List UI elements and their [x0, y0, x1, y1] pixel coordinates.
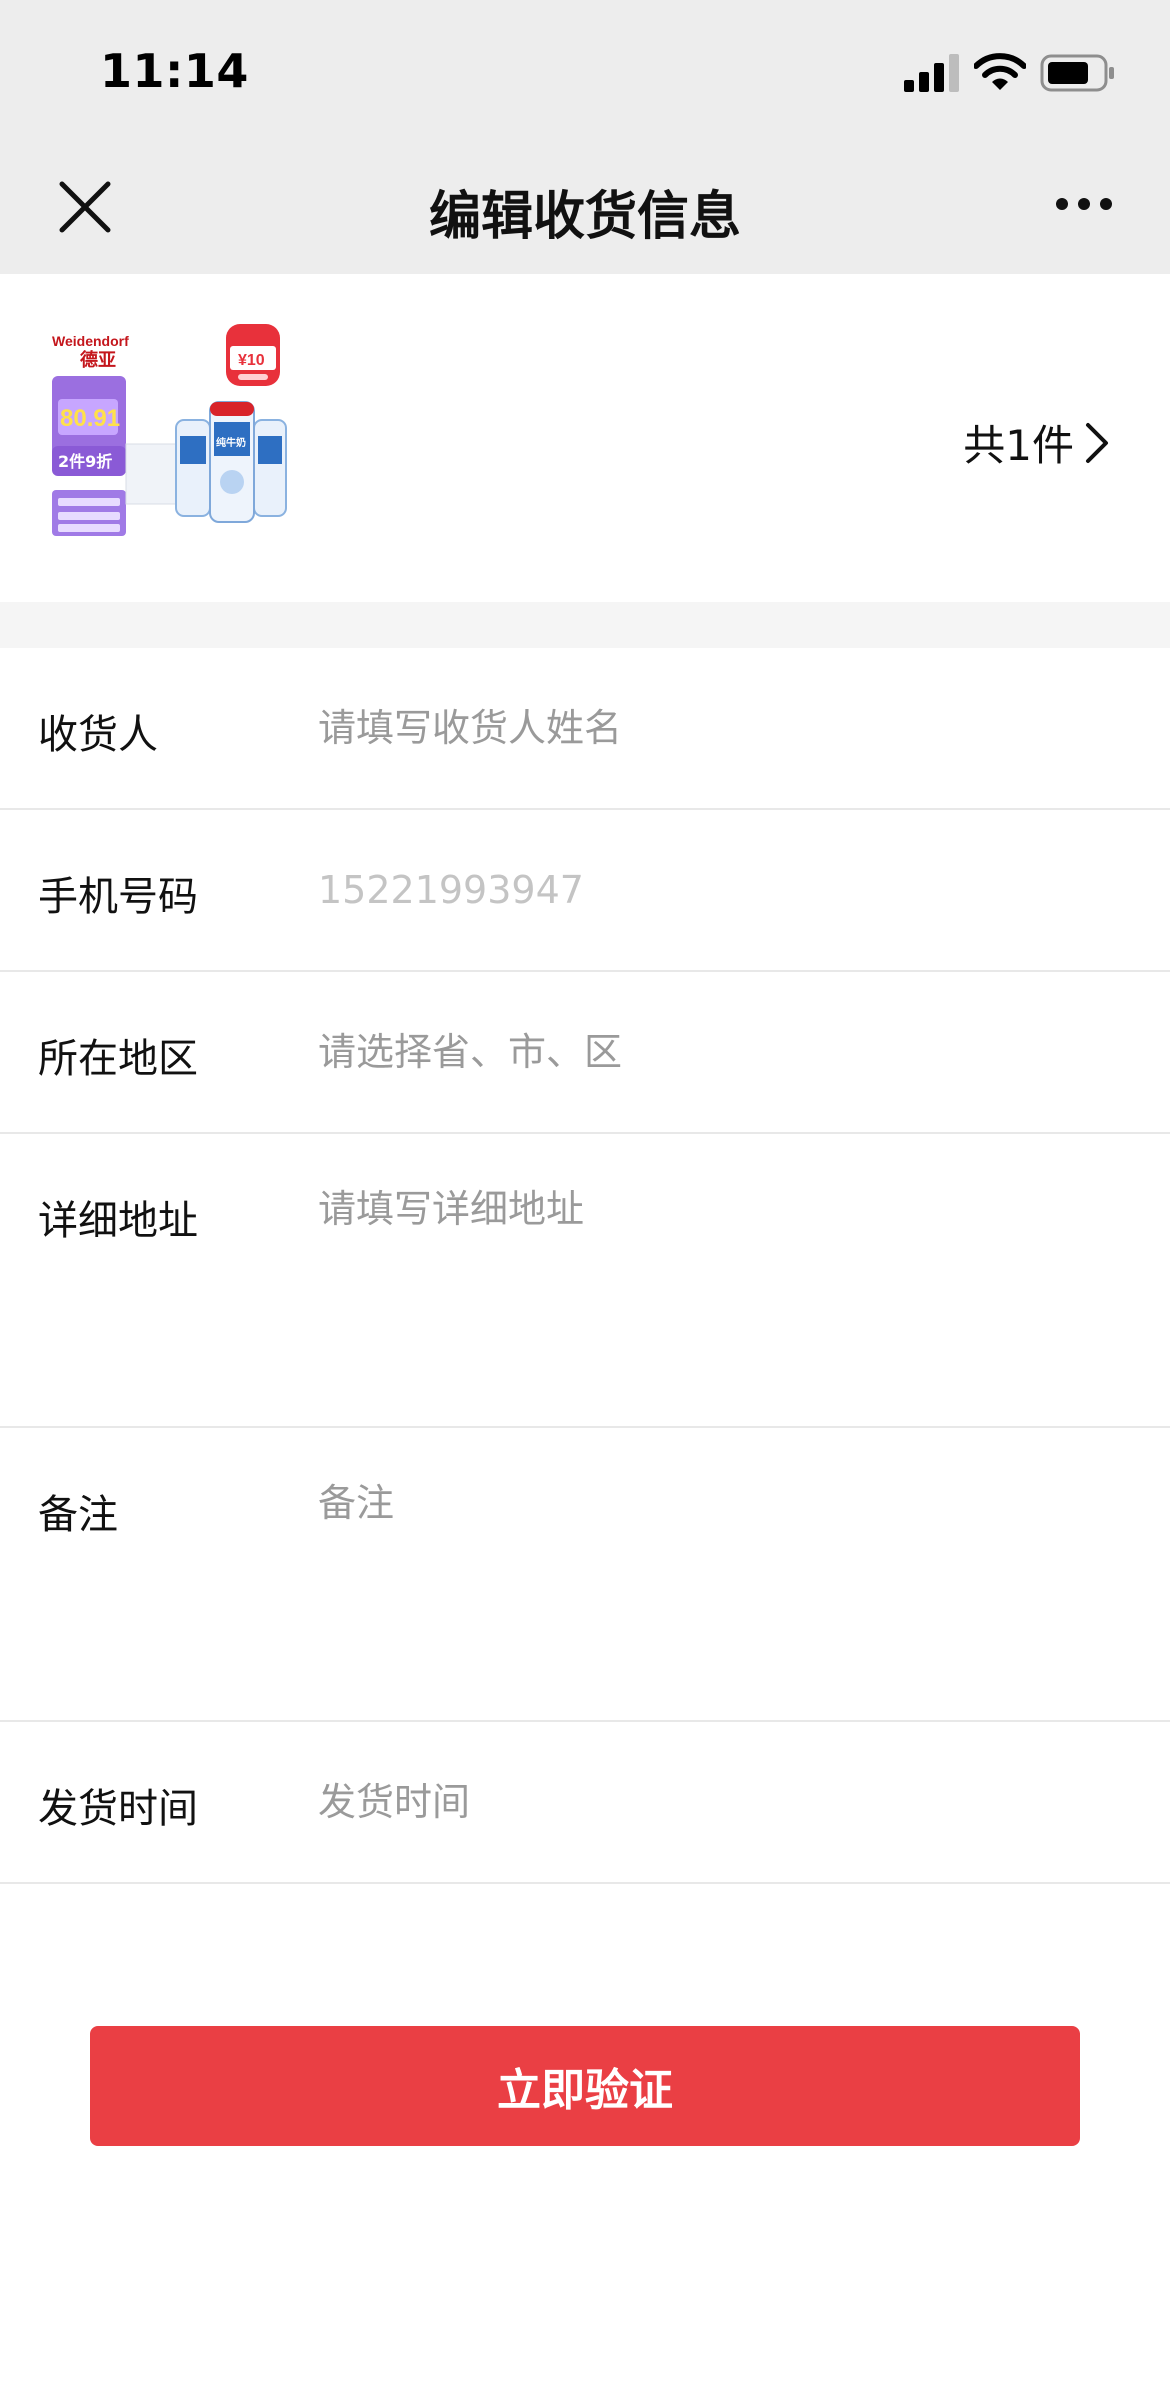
product-brand-cn: 德亚 [80, 349, 116, 371]
signal-icon [904, 54, 959, 92]
region-select[interactable] [318, 1026, 1118, 1078]
item-count-label: 共1件 [963, 421, 1074, 470]
receiver-input[interactable] [318, 702, 1118, 754]
receiver-row: 收货人 [0, 648, 1170, 810]
product-brand-en: Weidendorf [52, 333, 129, 349]
section-divider [0, 602, 1170, 648]
wifi-icon [974, 53, 1026, 90]
phone-input[interactable] [318, 864, 1118, 916]
battery-icon [1040, 54, 1114, 92]
product-image: Weidendorf 德亚 80.91 2件9折 ¥10 纯牛奶 [52, 324, 287, 536]
phone-label: 手机号码 [38, 874, 198, 920]
address-row: 详细地址 [0, 1134, 1170, 1428]
remark-row: 备注 [0, 1428, 1170, 1722]
more-icon[interactable] [1054, 194, 1114, 214]
item-count[interactable]: 共1件 [963, 412, 1110, 473]
product-coupon: ¥10 [238, 352, 265, 369]
receiver-label: 收货人 [38, 712, 158, 758]
remark-input[interactable] [318, 1478, 1118, 1678]
chevron-right-icon [1086, 422, 1108, 463]
product-carton-label: 纯牛奶 [216, 436, 246, 449]
status-bar: 11:14 [0, 0, 1170, 146]
phone-row: 手机号码 [0, 810, 1170, 972]
submit-button[interactable]: 立即验证 [90, 2026, 1080, 2146]
product-discount: 2件9折 [58, 452, 112, 471]
ship-time-label: 发货时间 [38, 1786, 198, 1832]
product-summary[interactable]: Weidendorf 德亚 80.91 2件9折 ¥10 纯牛奶 共1件 [0, 274, 1170, 602]
product-price: 80.91 [60, 405, 120, 432]
address-label: 详细地址 [38, 1198, 198, 1244]
page-title: 编辑收货信息 [428, 187, 741, 247]
region-label: 所在地区 [38, 1036, 198, 1082]
region-row[interactable]: 所在地区 [0, 972, 1170, 1134]
ship-time-row: 发货时间 [0, 1722, 1170, 1884]
nav-bar: 编辑收货信息 [0, 146, 1170, 274]
address-input[interactable] [318, 1184, 1118, 1384]
remark-label: 备注 [38, 1492, 118, 1538]
status-time: 11:14 [100, 44, 249, 98]
ship-time-input[interactable] [318, 1776, 1118, 1828]
